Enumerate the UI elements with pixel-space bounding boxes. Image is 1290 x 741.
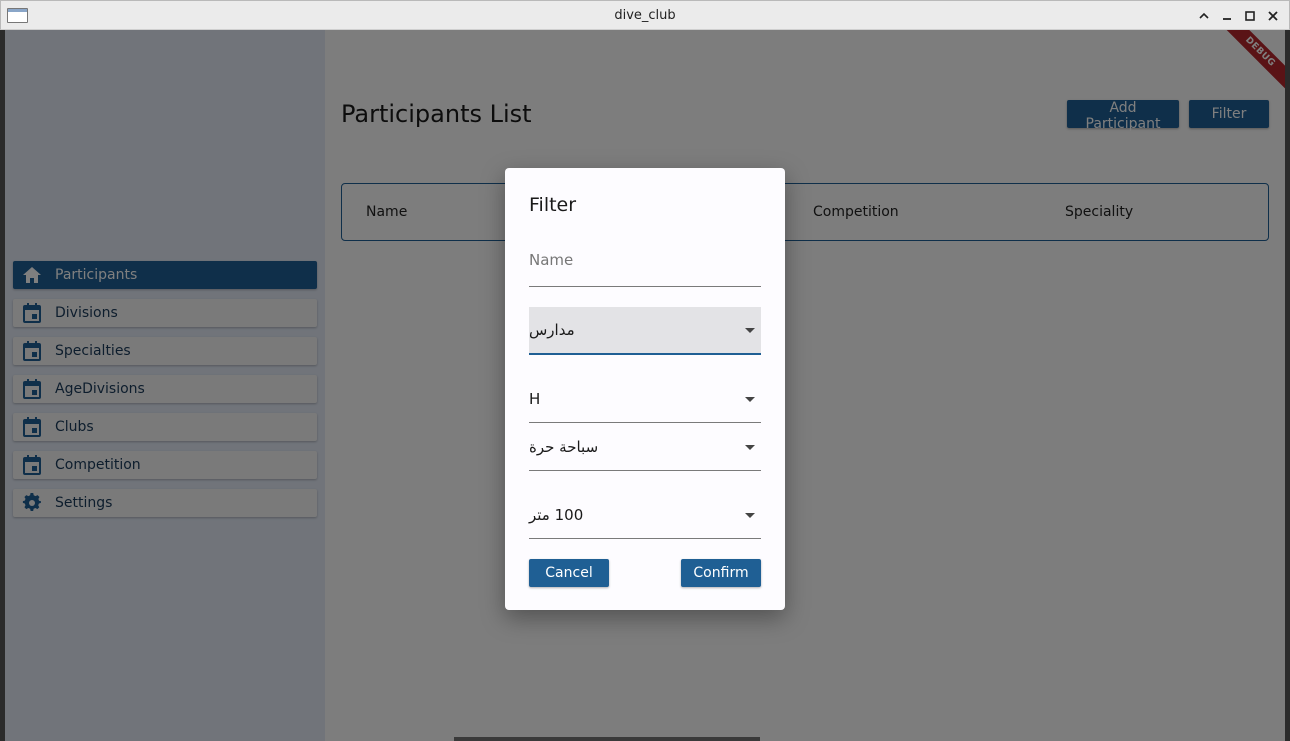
- window-title: dive_club: [614, 8, 676, 23]
- filter-dialog: Filter Name مدارس H سباحة حرة 100 متر Ca…: [505, 168, 785, 610]
- chevron-down-icon: [745, 445, 755, 450]
- name-field[interactable]: Name: [529, 246, 761, 287]
- cancel-button[interactable]: Cancel: [529, 559, 609, 587]
- dialog-title: Filter: [529, 194, 577, 216]
- scrollbar[interactable]: [454, 737, 760, 741]
- app-root: Participants Divisions Specialties AgeDi…: [5, 30, 1285, 741]
- minimize-icon[interactable]: [1218, 5, 1235, 27]
- distance-dropdown[interactable]: 100 متر: [529, 491, 761, 539]
- maximize-icon[interactable]: [1241, 5, 1258, 27]
- confirm-button[interactable]: Confirm: [681, 559, 761, 587]
- category-dropdown-value: مدارس: [529, 321, 575, 339]
- close-icon[interactable]: [1264, 5, 1281, 27]
- distance-dropdown-value: 100 متر: [529, 506, 584, 524]
- name-field-placeholder: Name: [529, 251, 574, 269]
- chevron-down-icon: [745, 328, 755, 333]
- chevron-down-icon: [745, 397, 755, 402]
- category-dropdown[interactable]: مدارس: [529, 307, 761, 355]
- chevron-down-icon: [745, 513, 755, 518]
- chevron-up-icon[interactable]: [1195, 5, 1212, 27]
- style-dropdown[interactable]: سباحة حرة: [529, 423, 761, 471]
- gender-dropdown-value: H: [529, 390, 541, 408]
- style-dropdown-value: سباحة حرة: [529, 438, 599, 456]
- gender-dropdown[interactable]: H: [529, 375, 761, 423]
- window-titlebar: dive_club: [0, 0, 1290, 30]
- window-controls: [1195, 5, 1281, 27]
